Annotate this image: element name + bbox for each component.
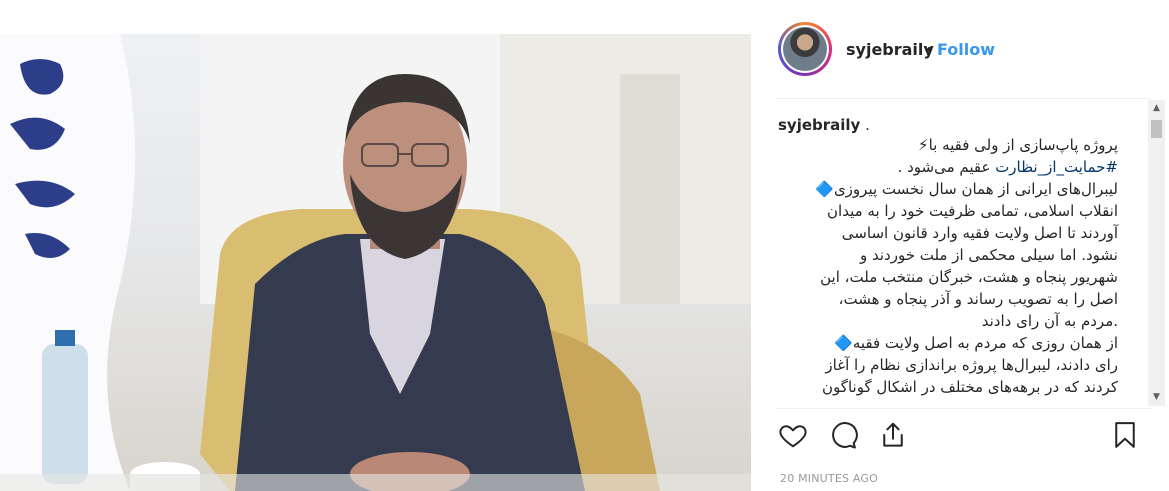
comment-icon[interactable] — [828, 420, 862, 454]
caption-line: از همان روزی که مردم به اصل ولایت فقیه🔷 — [834, 334, 1118, 352]
caption-line: نشود. اما سیلی محکمی از ملت خوردند و — [859, 246, 1118, 264]
bookmark-icon[interactable] — [1110, 420, 1144, 454]
photo-illustration — [0, 34, 751, 491]
hashtag-link[interactable]: #حمایت_از_نظارت — [995, 158, 1118, 176]
caption-line: لیبرال‌های ایرانی از همان سال نخست پیروز… — [815, 180, 1118, 198]
post-sidebar: syjebraily • Follow syjebraily . پروژه پ… — [752, 0, 1169, 491]
heart-icon[interactable] — [778, 420, 812, 454]
caption-line: آوردند تا اصل ولایت فقیه وارد قانون اساس… — [841, 224, 1118, 242]
avatar-image — [783, 27, 827, 71]
header-divider — [776, 98, 1151, 99]
post-timestamp: 20 MINUTES AGO — [780, 472, 878, 485]
caption-line-text: عقیم می‌شود . — [897, 158, 996, 176]
actions-divider — [776, 408, 1151, 409]
scroll-up-arrow-icon[interactable]: ▲ — [1148, 100, 1165, 117]
caption: syjebraily . پروژه پاپ‌سازی از ولی فقیه … — [778, 112, 1146, 408]
follow-button[interactable]: Follow — [937, 40, 995, 59]
avatar-frame — [781, 25, 829, 73]
caption-line: انقلاب اسلامی، تمامی ظرفیت خود را به مید… — [827, 202, 1118, 220]
caption-username-suffix: . — [860, 116, 870, 134]
caption-username-line: syjebraily . — [778, 116, 1146, 134]
share-icon[interactable] — [878, 420, 912, 454]
caption-line: #حمایت_از_نظارت عقیم می‌شود . — [778, 156, 1118, 178]
caption-line: پروژه پاپ‌سازی از ولی فقیه با⚡ — [918, 136, 1118, 154]
caption-line: اصل را به تصویب رساند و آذر پنجاه و هشت، — [838, 290, 1118, 308]
caption-line: .مردم به آن رای دادند — [981, 312, 1118, 330]
username-link[interactable]: syjebraily — [846, 40, 934, 59]
separator-dot: • — [925, 40, 935, 59]
post-header: syjebraily • Follow — [752, 0, 1169, 98]
scroll-thumb[interactable] — [1151, 120, 1162, 138]
caption-line: کردند که در برهه‌های مختلف در اشکال گونا… — [822, 378, 1118, 396]
caption-text: پروژه پاپ‌سازی از ولی فقیه با⚡ #حمایت_از… — [778, 134, 1118, 398]
avatar[interactable] — [778, 22, 832, 76]
top-bar — [0, 0, 751, 35]
caption-username[interactable]: syjebraily — [778, 116, 860, 134]
caption-line: رای دادند، لیبرال‌ها پروژه براندازی نظام… — [825, 356, 1118, 374]
caption-line: شهریور پنجاه و هشت، خبرگان منتخب ملت، ای… — [820, 268, 1118, 286]
caption-scrollbar[interactable]: ▲ ▼ — [1148, 100, 1165, 406]
scroll-down-arrow-icon[interactable]: ▼ — [1148, 389, 1165, 406]
post-photo[interactable] — [0, 34, 751, 491]
